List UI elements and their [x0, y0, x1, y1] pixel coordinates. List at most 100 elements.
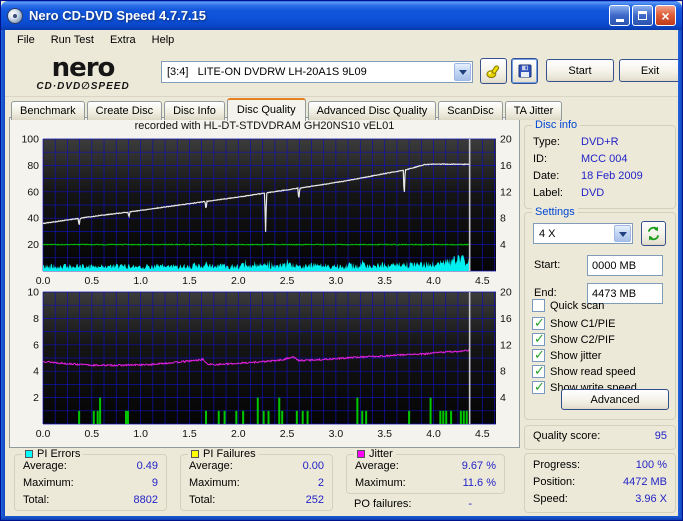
tab-benchmark[interactable]: Benchmark — [11, 101, 85, 120]
refresh-icon — [647, 226, 660, 241]
end-field-label: End: — [534, 287, 557, 299]
svg-text:20: 20 — [500, 134, 512, 146]
refresh-button[interactable] — [641, 221, 666, 246]
checkbox-icon[interactable] — [532, 299, 545, 312]
exit-button[interactable]: Exit — [619, 59, 681, 82]
settings-title: Settings — [532, 206, 578, 218]
scan-speed-value: 4 X — [539, 227, 556, 240]
svg-text:3.0: 3.0 — [329, 275, 344, 287]
checkbox-icon[interactable] — [532, 331, 545, 347]
menu-file[interactable]: File — [9, 31, 43, 49]
maximize-icon — [638, 11, 647, 20]
tools-icon — [486, 64, 500, 78]
minimize-button[interactable] — [609, 5, 630, 26]
svg-text:4: 4 — [500, 239, 506, 251]
toolbar: nero CD·DVD∅SPEED [3:4] LITE-ON DVDRW LH… — [5, 50, 681, 97]
svg-text:2.0: 2.0 — [231, 275, 246, 287]
svg-text:3.5: 3.5 — [377, 428, 392, 440]
checkbox-icon[interactable] — [532, 363, 545, 379]
jitter-legend: Jitter — [354, 448, 396, 460]
disc-label-row: Label: DVD — [533, 187, 605, 199]
svg-text:8: 8 — [33, 313, 39, 325]
options-button[interactable] — [480, 58, 507, 84]
svg-text:4: 4 — [500, 392, 506, 404]
minimize-icon — [615, 19, 624, 22]
svg-text:12: 12 — [500, 339, 512, 351]
tab-disc-info[interactable]: Disc Info — [164, 101, 225, 120]
advanced-button[interactable]: Advanced — [561, 389, 669, 410]
svg-text:16: 16 — [500, 160, 512, 172]
checkbox-show-read-speed[interactable]: Show read speed — [532, 363, 636, 379]
svg-text:2.0: 2.0 — [231, 428, 246, 440]
settings-group: Settings 4 X Start: End: Quick scan Show… — [524, 206, 676, 420]
tab-ta-jitter[interactable]: TA Jitter — [504, 101, 563, 120]
chevron-down-icon[interactable] — [614, 225, 631, 242]
app-window: Nero CD-DVD Speed 4.7.7.15 × File Run Te… — [0, 0, 683, 521]
tab-advanced-disc-quality[interactable]: Advanced Disc Quality — [307, 101, 437, 120]
scan-speed-select[interactable]: 4 X — [533, 223, 633, 244]
menu-run-test[interactable]: Run Test — [43, 31, 102, 49]
tab-disc-quality[interactable]: Disc Quality — [226, 98, 306, 121]
svg-text:4.5: 4.5 — [475, 428, 490, 440]
save-icon — [518, 64, 531, 78]
pi-errors-maximum-row: Maximum: 9 — [23, 477, 158, 489]
jitter-legend-icon — [357, 450, 365, 458]
checkbox-icon[interactable] — [532, 347, 545, 363]
save-button[interactable] — [511, 58, 538, 84]
quality-score-row: Quality score: 95 — [533, 430, 667, 442]
disc-info-group: Disc info Type: DVD+R ID: MCC 004 Date: 18 … — [524, 119, 676, 209]
svg-text:20: 20 — [500, 287, 512, 299]
pi-failures-legend: PI Failures — [188, 448, 259, 460]
disc-id-row: ID: MCC 004 — [533, 153, 628, 165]
start-button[interactable]: Start — [546, 59, 614, 82]
speed-row: Speed: 3.96 X — [533, 493, 667, 505]
quality-score-value: 95 — [654, 430, 667, 442]
window-title: Nero CD-DVD Speed 4.7.7.15 — [29, 8, 207, 23]
recorded-with-label: recorded with HL-DT-STDVDRAM GH20NS10 vE… — [134, 120, 395, 132]
disc-date-row: Date: 18 Feb 2009 — [533, 170, 643, 182]
window-border-right — [678, 29, 682, 520]
po-failures-row: PO failures: - — [354, 498, 472, 510]
pi-failures-jitter-chart: 10 8 6 4 2 20 16 12 8 4 0.0 0.5 1.0 1.5 2.0 2.5 3.0 3.5 4.… — [27, 287, 512, 440]
checkbox-show-jitter[interactable]: Show jitter — [532, 347, 601, 363]
svg-text:3.5: 3.5 — [377, 275, 392, 287]
menu-extra[interactable]: Extra — [102, 31, 144, 49]
pi-errors-box: PI Errors Average: 0.49 Maximum: 9 Total: 8… — [14, 448, 167, 511]
svg-text:80: 80 — [27, 160, 39, 172]
chevron-down-icon[interactable] — [454, 63, 471, 81]
svg-text:16: 16 — [500, 313, 512, 325]
start-input[interactable] — [587, 255, 663, 276]
close-button[interactable]: × — [655, 5, 676, 26]
maximize-button[interactable] — [632, 5, 653, 26]
chart-panel: recorded with HL-DT-STDVDRAM GH20NS10 vE… — [9, 117, 520, 448]
pi-failures-total-row: Total: 252 — [189, 494, 324, 506]
svg-text:10: 10 — [27, 287, 39, 299]
tabstrip: Benchmark Create Disc Disc Info Disc Qua… — [11, 98, 564, 121]
tab-create-disc[interactable]: Create Disc — [86, 101, 163, 120]
svg-text:60: 60 — [27, 186, 39, 198]
tab-scandisc[interactable]: ScanDisc — [438, 101, 503, 120]
svg-text:100: 100 — [21, 134, 39, 146]
drive-selector-value: [3:4] LITE-ON DVDRW LH-20A1S 9L09 — [167, 66, 367, 78]
pi-errors-legend-icon — [25, 450, 33, 458]
checkbox-show-c1-pie[interactable]: Show C1/PIE — [532, 315, 615, 331]
menubar: File Run Test Extra Help — [5, 30, 678, 50]
svg-text:4.0: 4.0 — [426, 275, 441, 287]
svg-text:2: 2 — [33, 392, 39, 404]
svg-text:1.0: 1.0 — [133, 275, 148, 287]
svg-text:0.5: 0.5 — [85, 428, 100, 440]
checkbox-icon[interactable] — [532, 315, 545, 331]
disc-info-title: Disc info — [532, 119, 581, 131]
checkbox-show-c2-pif[interactable]: Show C2/PIF — [532, 331, 615, 347]
checkbox-quick-scan[interactable]: Quick scan — [532, 299, 604, 312]
svg-text:1.0: 1.0 — [133, 428, 148, 440]
checkbox-icon[interactable] — [532, 379, 545, 395]
svg-text:4: 4 — [33, 366, 39, 378]
pi-errors-chart: 100 80 60 40 20 20 16 12 8 4 0.0 0.5 1.0 1.5 2.0 2.5 3.0… — [21, 134, 512, 287]
titlebar: Nero CD-DVD Speed 4.7.7.15 × — [1, 1, 682, 30]
svg-text:3.0: 3.0 — [329, 428, 344, 440]
nero-logo-text: nero — [51, 53, 116, 83]
svg-text:6: 6 — [33, 339, 39, 351]
drive-selector[interactable]: [3:4] LITE-ON DVDRW LH-20A1S 9L09 — [161, 61, 473, 83]
menu-help[interactable]: Help — [144, 31, 183, 49]
